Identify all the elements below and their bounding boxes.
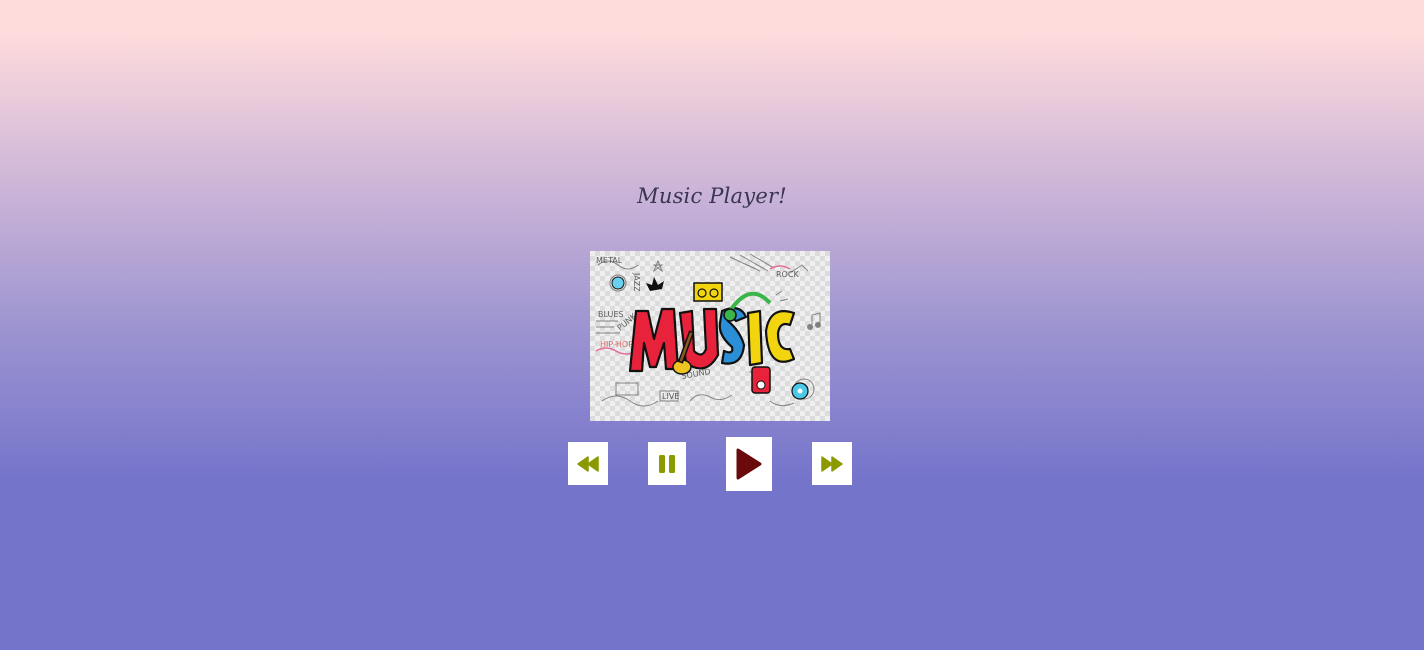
svg-text:JAZZ: JAZZ <box>632 272 641 292</box>
svg-text:METAL: METAL <box>596 256 623 265</box>
rewind-button[interactable] <box>568 442 608 485</box>
fast-forward-button[interactable] <box>812 442 852 485</box>
pause-icon <box>659 454 675 473</box>
fast-forward-icon <box>821 455 843 472</box>
svg-text:ROCK: ROCK <box>776 270 799 279</box>
pause-button[interactable] <box>648 442 686 485</box>
music-doodle-art: METAL JAZZ ROCK BLUES PUNK LIVE SOUND HI… <box>595 253 821 407</box>
svg-text:BLUES: BLUES <box>598 310 624 319</box>
rewind-icon <box>577 455 599 472</box>
play-icon <box>736 448 762 480</box>
play-button[interactable] <box>726 437 772 491</box>
album-art: METAL JAZZ ROCK BLUES PUNK LIVE SOUND HI… <box>590 251 830 421</box>
svg-text:LIVE: LIVE <box>662 392 679 401</box>
page-title: Music Player! <box>637 184 787 208</box>
